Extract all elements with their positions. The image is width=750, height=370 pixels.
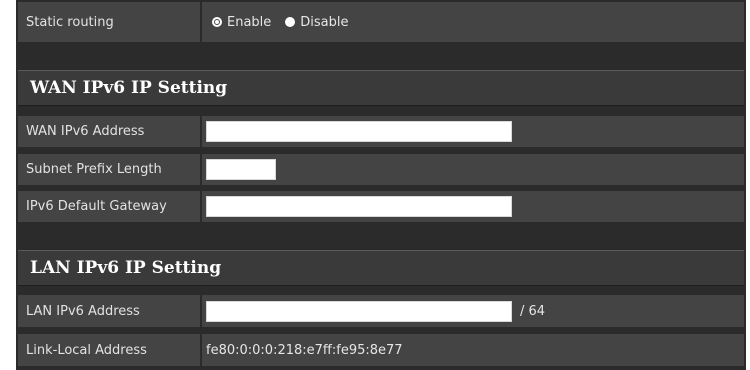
wan-address-row: WAN IPv6 Address — [18, 116, 744, 147]
static-routing-enable-option[interactable]: Enable — [212, 15, 271, 30]
wan-section-title: WAN IPv6 IP Setting — [30, 78, 228, 98]
wan-gateway-row: IPv6 Default Gateway — [18, 191, 744, 222]
enable-radio[interactable] — [212, 17, 222, 27]
static-routing-label: Static routing — [18, 2, 200, 42]
lan-address-row: LAN IPv6 Address / 64 — [18, 295, 744, 327]
wan-gateway-cell — [202, 191, 744, 222]
lan-address-input[interactable] — [206, 300, 512, 322]
link-local-value: fe80:0:0:0:218:e7ff:fe95:8e77 — [206, 342, 403, 358]
static-routing-disable-option[interactable]: Disable — [285, 15, 349, 30]
lan-section-header: LAN IPv6 IP Setting — [18, 250, 744, 286]
static-routing-options: Enable Disable — [202, 2, 744, 42]
wan-address-label: WAN IPv6 Address — [18, 116, 200, 147]
wan-address-cell — [202, 116, 744, 147]
enable-label[interactable]: Enable — [227, 15, 271, 30]
lan-address-cell: / 64 — [202, 295, 744, 327]
link-local-cell: fe80:0:0:0:218:e7ff:fe95:8e77 — [202, 334, 744, 366]
subnet-prefix-length-input[interactable] — [206, 159, 276, 180]
lan-prefix-suffix: / 64 — [520, 303, 546, 319]
link-local-row: Link-Local Address fe80:0:0:0:218:e7ff:f… — [18, 334, 744, 366]
lan-address-label: LAN IPv6 Address — [18, 295, 200, 327]
link-local-label: Link-Local Address — [18, 334, 200, 366]
wan-gateway-label: IPv6 Default Gateway — [18, 191, 200, 222]
ipv6-default-gateway-input[interactable] — [206, 196, 512, 217]
disable-radio[interactable] — [285, 17, 296, 27]
static-routing-row: Static routing Enable Disable — [18, 2, 744, 42]
wan-prefix-row: Subnet Prefix Length — [18, 154, 744, 185]
wan-section-header: WAN IPv6 IP Setting — [18, 70, 744, 106]
wan-prefix-cell — [202, 154, 744, 185]
wan-prefix-label: Subnet Prefix Length — [18, 154, 200, 185]
ipv6-settings-panel: Static routing Enable Disable WAN IPv6 I… — [16, 0, 746, 370]
disable-label[interactable]: Disable — [300, 15, 348, 30]
lan-section-title: LAN IPv6 IP Setting — [30, 258, 222, 278]
wan-address-input[interactable] — [206, 121, 512, 142]
